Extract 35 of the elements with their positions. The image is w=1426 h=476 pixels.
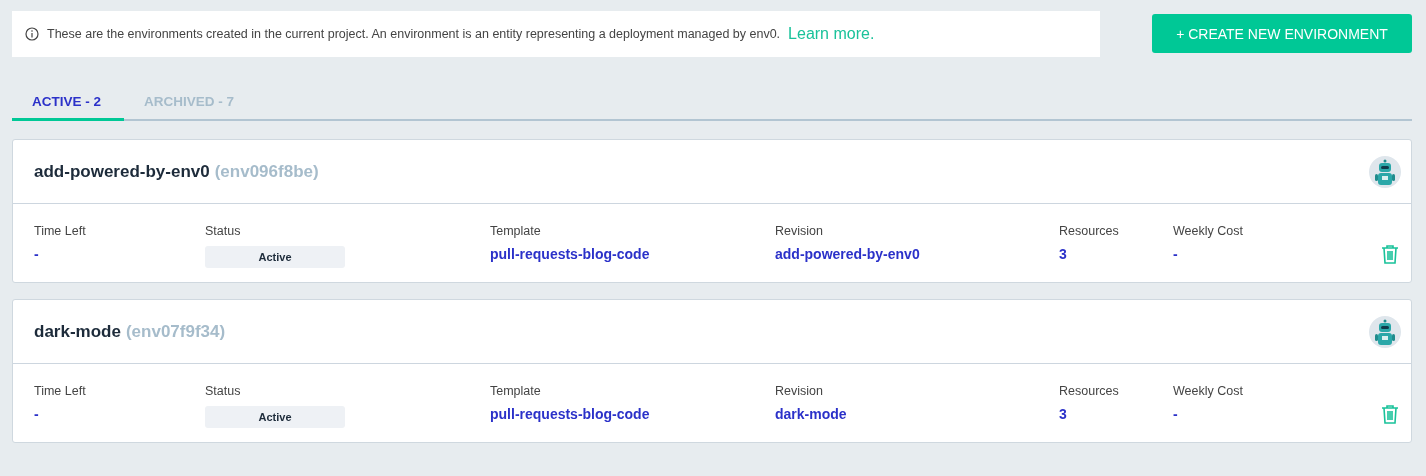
field-value[interactable]: dark-mode (775, 406, 1059, 422)
info-text: These are the environments created in the current project. An environment is an entity representing a deployment managed by env0. (47, 27, 781, 41)
field-value[interactable]: add-powered-by-env0 (775, 246, 1059, 262)
tab[interactable]: ACTIVE - 2 (12, 94, 124, 121)
field-label: Template (490, 224, 542, 238)
field-value[interactable]: - (1173, 246, 1381, 262)
field-label: Time Left (34, 224, 87, 238)
field-label: Weekly Cost (1173, 224, 1244, 238)
field-label: Status (205, 384, 242, 398)
field-value[interactable]: - (1173, 406, 1381, 422)
status-badge: Active (205, 246, 345, 268)
robot-avatar-icon (1369, 315, 1401, 348)
field-value[interactable]: - (34, 406, 205, 422)
trash-icon[interactable] (1381, 404, 1399, 424)
field-label: Revision (775, 384, 824, 398)
trash-icon[interactable] (1381, 244, 1399, 264)
field-value[interactable]: 3 (1059, 246, 1173, 262)
robot-avatar-icon (1369, 155, 1401, 188)
environment-id: (env096f8be) (214, 161, 319, 181)
environment-id: (env07f9f34) (125, 321, 226, 341)
field-value[interactable]: - (34, 246, 205, 262)
environment-name[interactable]: dark-mode (34, 321, 121, 341)
status-badge: Active (205, 406, 345, 428)
field-label: Resources (1059, 224, 1120, 238)
field-value[interactable]: pull-requests-blog-code (490, 406, 775, 422)
field-label: Resources (1059, 384, 1120, 398)
field-label: Template (490, 384, 542, 398)
field-label: Time Left (34, 384, 87, 398)
field-label: Weekly Cost (1173, 384, 1244, 398)
field-value[interactable]: pull-requests-blog-code (490, 246, 775, 262)
environment-name[interactable]: add-powered-by-env0 (34, 161, 210, 181)
info-icon (25, 27, 39, 41)
field-label: Revision (775, 224, 824, 238)
field-value[interactable]: 3 (1059, 406, 1173, 422)
field-label: Status (205, 224, 242, 238)
